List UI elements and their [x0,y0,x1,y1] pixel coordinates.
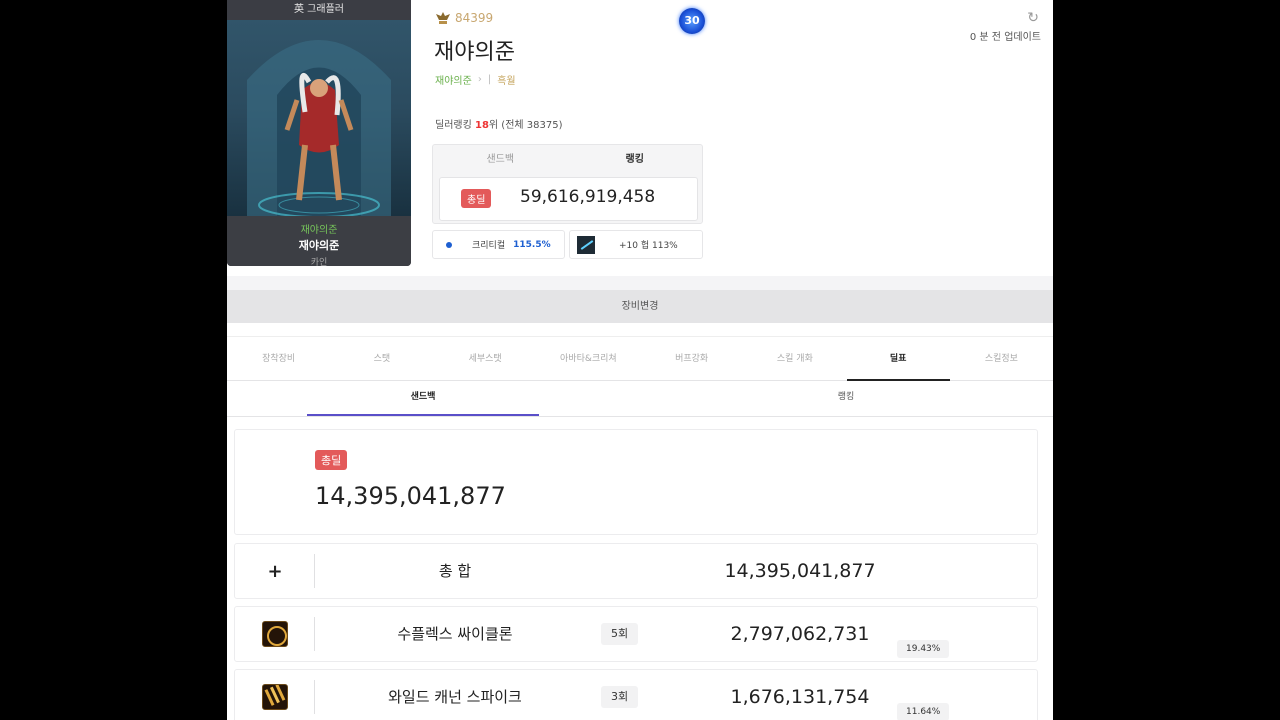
skill-damage: 14,395,041,877 [724,560,876,582]
tab-skill-bloom[interactable]: 스킬 개화 [743,337,846,380]
skill-name: 와일드 캐넌 스파이크 [388,688,522,706]
skill-hit-count: 5회 [601,623,639,645]
rank-prefix: 딜러랭킹 [435,120,472,131]
skill-name: 수플렉스 싸이클론 [397,625,513,643]
skill-wild-cannon-spike-icon [262,684,288,710]
damage-summary-box: 샌드백 랭킹 총딜 59,616,919,458 [432,144,703,224]
chevron-right-icon: › [477,74,482,85]
row-icon-cell: + [235,544,315,598]
character-portrait-art [247,40,391,218]
summary-tab-sandbag[interactable]: 샌드백 [433,145,568,175]
crit-label: 크리티컬 [472,241,506,251]
weapon-icon [577,235,595,254]
adventure-name: 재야의준 [300,225,338,236]
skill-hit-count: 3회 [601,686,639,708]
skill-name: 총 합 [438,562,472,580]
total-damage-badge: 총딜 [315,450,348,470]
rank-suffix: 위 (전체 38375) [488,120,563,131]
update-status[interactable]: ↻ 0 분 전 업데이트 [970,10,1041,43]
summary-value-panel: 총딜 59,616,919,458 [439,177,698,221]
fame-value: 84399 [455,11,494,25]
weapon-text: +10 헙 113% [619,241,678,251]
total-damage-badge: 총딜 [461,189,492,208]
total-damage-amount: 14,395,041,877 [315,482,506,510]
skill-damage: 2,797,062,731 [730,623,870,645]
skill-supplex-cyclone-icon [262,621,288,647]
refresh-icon[interactable]: ↻ [970,10,1039,26]
summary-tab-ranking[interactable]: 랭킹 [568,145,703,175]
table-row: 수플렉스 싸이클론 5회 2,797,062,731 19.43% [234,606,1038,662]
character-name: 재야의준 [434,40,515,65]
rank-number: 18 [475,120,489,131]
character-card-header: 英 그래플러 [227,0,411,20]
plus-icon[interactable]: + [267,561,282,582]
breadcrumb-adventure[interactable]: 재야의준 [435,72,472,87]
weapon-stat-chip: +10 헙 113% [569,230,703,259]
tab-detail-stats[interactable]: 세부스탯 [434,337,537,380]
character-page: 英 그래플러 재야의준 재야의준 카인 84399 재야의준 재야의준 › | … [227,0,1053,720]
summary-tabs: 샌드백 랭킹 [433,145,702,175]
breadcrumb-divider: | [487,74,492,85]
character-card-footer: 재야의준 재야의준 카인 [227,216,411,266]
character-class: 카인 [310,258,328,266]
tab-stats[interactable]: 스탯 [330,337,433,380]
row-divider [314,617,315,651]
sub-tabs: 샌드백 랭킹 [227,381,1053,417]
character-card-name: 재야의준 [298,239,340,252]
level-badge: 30 [679,8,705,34]
fame-icon [436,12,450,24]
equip-change-button[interactable]: 장비변경 [227,290,1053,323]
row-icon-cell [235,607,315,661]
tab-equipment[interactable]: 장착장비 [227,337,330,380]
crit-stat-chip: 크리티컬 115.5% [432,230,565,259]
dealer-ranking: 딜러랭킹 18위 (전체 38375) [435,116,563,131]
subtab-ranking[interactable]: 랭킹 [727,381,965,416]
tab-buff-enhance[interactable]: 버프강화 [640,337,743,380]
skill-damage-percent: 11.64% [897,703,950,720]
row-divider [314,554,315,588]
main-tabs: 장착장비 스탯 세부스탯 아바타&크리쳐 버프강화 스킬 개화 딜표 스킬정보 [227,336,1053,381]
character-card: 英 그래플러 재야의준 재야의준 카인 [227,0,411,266]
tab-damage-table[interactable]: 딜표 [846,337,951,381]
table-row: 와일드 캐넌 스파이크 3회 1,676,131,754 11.64% [234,669,1038,720]
table-row-total[interactable]: + 총 합 14,395,041,877 [234,543,1038,599]
tab-skill-info[interactable]: 스킬정보 [950,337,1053,380]
character-portrait [227,20,411,218]
crit-value: 115.5% [513,239,551,250]
update-text: 0 분 전 업데이트 [969,32,1041,43]
subtab-sandbag[interactable]: 샌드백 [307,381,539,416]
row-icon-cell [235,670,315,720]
skill-damage: 1,676,131,754 [730,686,870,708]
section-divider [227,276,1053,290]
fame-display: 84399 [435,11,493,25]
breadcrumb: 재야의준 › | 흑월 [435,72,516,87]
summary-total-amount: 59,616,919,458 [520,187,656,207]
breadcrumb-guild[interactable]: 흑월 [497,72,515,87]
skill-damage-percent: 19.43% [897,640,950,658]
total-damage-card: 총딜 14,395,041,877 [234,429,1038,535]
crit-dot-icon [446,241,452,248]
tab-avatar-creature[interactable]: 아바타&크리쳐 [537,337,640,380]
row-divider [314,680,315,714]
